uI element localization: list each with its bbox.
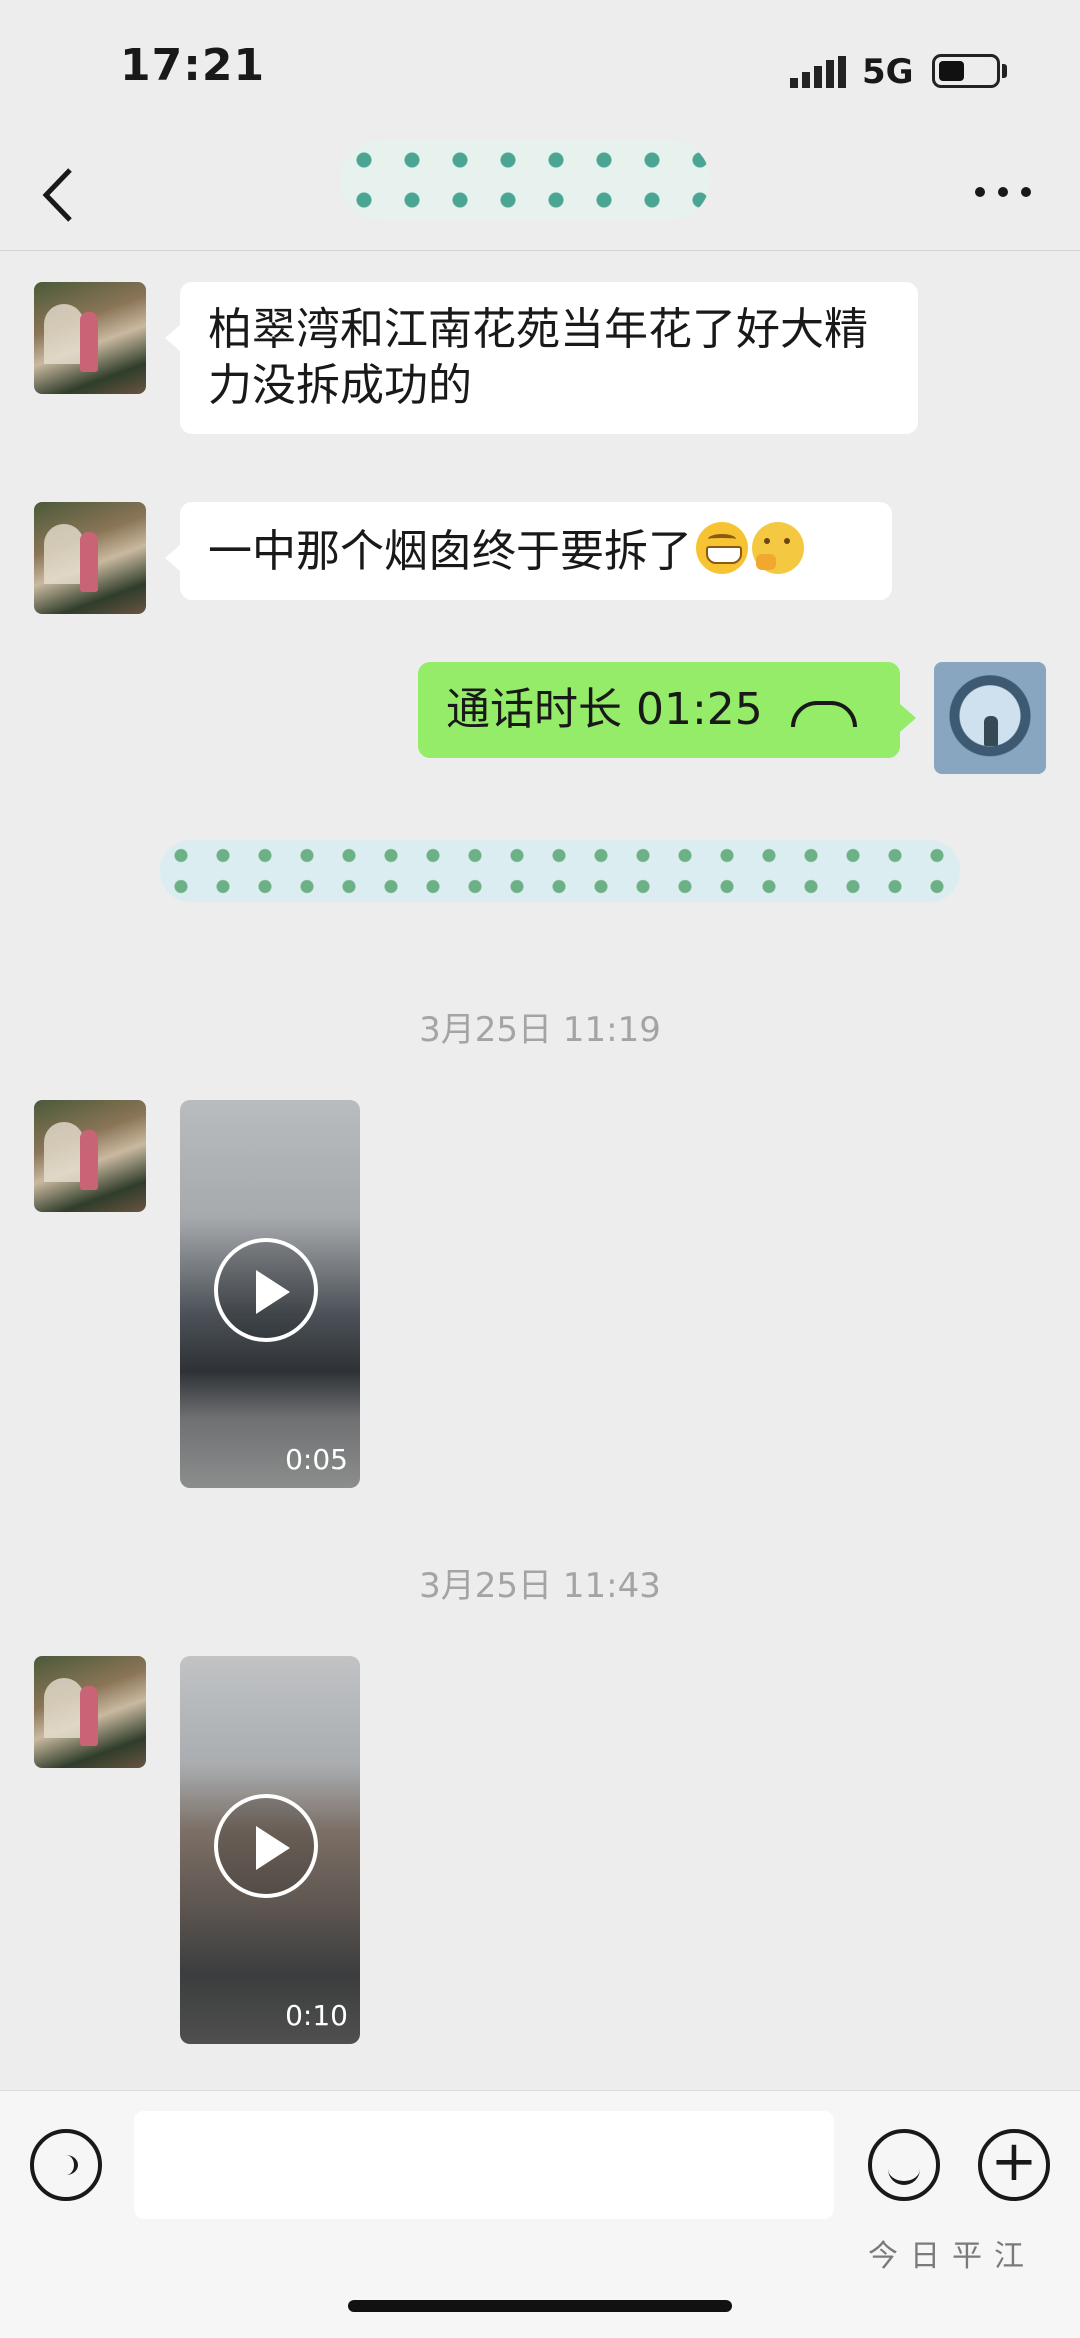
timestamp: 3月25日 11:19 [419, 1010, 661, 1050]
call-duration-text: 通话时长 01:25 [446, 684, 763, 735]
bubble-tail [165, 544, 181, 572]
video-message[interactable]: 0:10 [180, 1656, 360, 2044]
video-duration: 0:05 [285, 1443, 348, 1476]
status-time: 17:21 [120, 40, 266, 91]
avatar[interactable] [34, 502, 146, 614]
message-bubble[interactable]: 柏翠湾和江南花苑当年花了好大精力没拆成功的 [180, 282, 918, 434]
chat-header [0, 120, 1080, 251]
avatar[interactable] [34, 1100, 146, 1212]
avatar[interactable] [34, 282, 146, 394]
my-avatar[interactable] [934, 662, 1046, 774]
home-indicator [348, 2300, 732, 2312]
thinking-emoji-icon [752, 522, 804, 574]
signal-icon [790, 56, 846, 88]
network-label: 5G [862, 52, 914, 92]
battery-tip [1002, 64, 1007, 78]
phone-hangup-icon [790, 701, 857, 727]
video-duration: 0:10 [285, 1999, 348, 2032]
bubble-tail [165, 324, 181, 352]
voice-icon[interactable] [30, 2129, 102, 2201]
battery-icon [932, 54, 1000, 88]
call-duration-bubble[interactable]: 通话时长 01:25 [418, 662, 900, 758]
avatar[interactable] [34, 1656, 146, 1768]
timestamp: 3月25日 11:43 [419, 1566, 661, 1606]
message-bubble[interactable]: 一中那个烟囱终于要拆了 [180, 502, 892, 600]
play-icon[interactable] [214, 1238, 318, 1342]
play-icon[interactable] [214, 1794, 318, 1898]
grin-emoji-icon [696, 522, 748, 574]
emoji-icon[interactable] [868, 2129, 940, 2201]
message-input[interactable] [134, 2111, 834, 2219]
system-message-blurred [160, 840, 960, 902]
plus-icon[interactable]: + [978, 2129, 1050, 2201]
contact-name-blurred [340, 140, 710, 220]
bubble-tail [900, 704, 916, 732]
video-message[interactable]: 0:05 [180, 1100, 360, 1488]
chevron-left-icon[interactable] [30, 160, 90, 230]
more-dots-icon[interactable] [970, 180, 1040, 204]
watermark: 今日平江 [868, 2239, 1036, 2274]
message-text: 一中那个烟囱终于要拆了 [208, 526, 692, 577]
